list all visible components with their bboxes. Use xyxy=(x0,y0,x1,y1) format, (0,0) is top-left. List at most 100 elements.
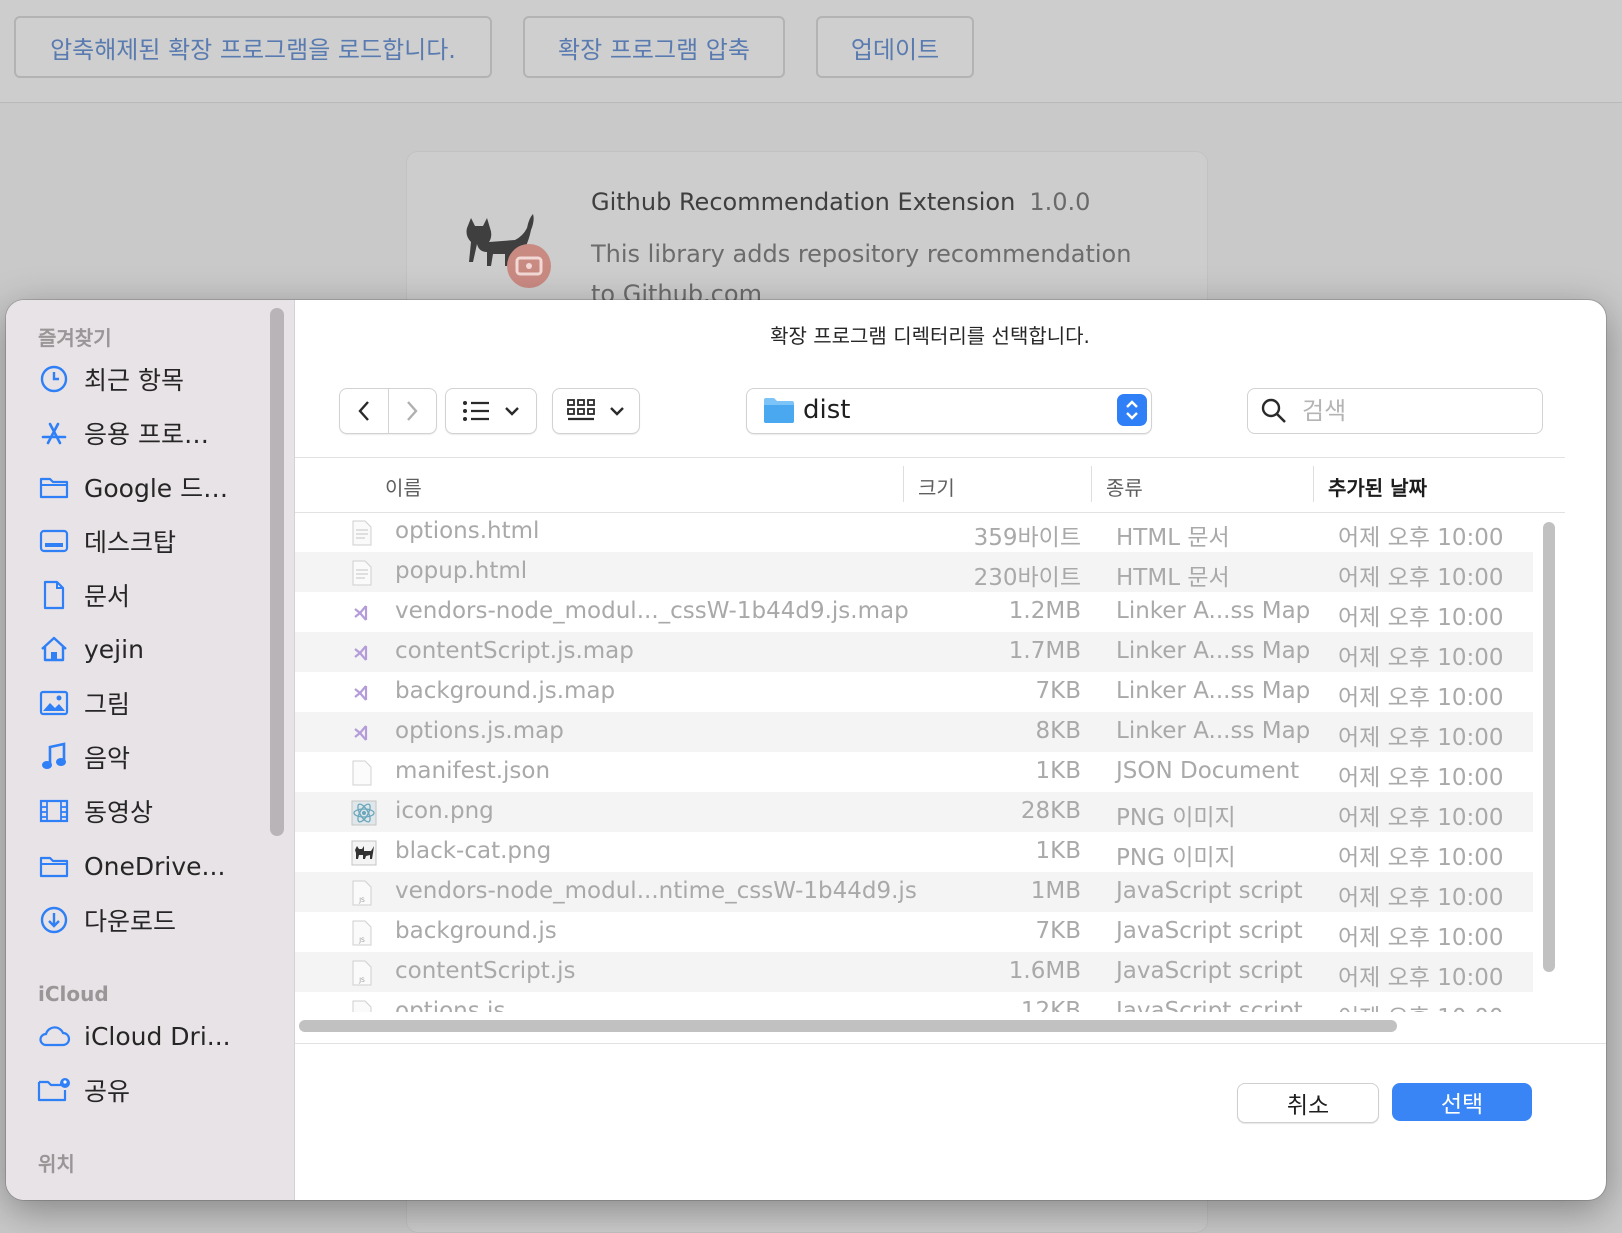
file-row[interactable]: JS background.js 7KB JavaScript script 어제 오후… xyxy=(295,912,1533,952)
load-unpacked-button[interactable]: 압축해제된 확장 프로그램을 로드합니다. xyxy=(14,16,492,78)
document-icon xyxy=(36,577,72,613)
choose-button[interactable]: 선택 xyxy=(1392,1083,1532,1121)
file-name: vendors-node_modul...ntime_cssW-1b44d9.j… xyxy=(395,878,917,904)
file-name: vendors-node_modul..._cssW-1b44d9.js.map xyxy=(395,598,909,624)
sidebar-item-recents[interactable]: 최근 항목 xyxy=(36,357,266,401)
back-button[interactable] xyxy=(340,389,388,433)
file-name: popup.html xyxy=(395,558,528,584)
file-size: 7KB xyxy=(1035,678,1082,704)
file-row[interactable]: background.js.map 7KB Linker A...ss Map 어제 … xyxy=(295,672,1533,712)
file-name: options.html xyxy=(395,518,540,544)
file-date-added: 어제 오후 10:00 xyxy=(1338,885,1504,911)
download-icon xyxy=(36,902,72,938)
column-header: 이름 크기 종류 추가된 날짜 xyxy=(295,457,1565,513)
horizontal-scrollbar[interactable] xyxy=(299,1020,1397,1032)
column-divider[interactable] xyxy=(1313,466,1314,502)
vscode-file-icon xyxy=(351,680,373,706)
sidebar-item-shared[interactable]: 공유 xyxy=(36,1068,266,1112)
file-row[interactable]: black-cat.png 1KB PNG 이미지 어제 오후 10:00 xyxy=(295,832,1533,872)
extensions-toolbar: 압축해제된 확장 프로그램을 로드합니다. 확장 프로그램 압축 업데이트 xyxy=(0,0,1622,103)
html-doc-icon xyxy=(351,560,373,586)
html-doc-icon xyxy=(351,520,373,546)
app-store-icon xyxy=(36,415,72,451)
sidebar-item-google-drive[interactable]: Google 드… xyxy=(36,465,266,509)
file-row[interactable]: icon.png 28KB PNG 이미지 어제 오후 10:00 xyxy=(295,792,1533,832)
file-date-added: 어제 오후 10:00 xyxy=(1338,525,1504,551)
column-size[interactable]: 크기 xyxy=(918,472,955,501)
svg-text:JS: JS xyxy=(358,937,365,944)
file-kind: PNG 이미지 xyxy=(1116,845,1236,871)
file-kind: Linker A...ss Map xyxy=(1116,638,1311,664)
vertical-scrollbar[interactable] xyxy=(1543,522,1555,972)
sidebar-item-applications[interactable]: 응용 프로… xyxy=(36,411,266,455)
file-size: 1.6MB xyxy=(1008,958,1081,984)
file-date-added: 어제 오후 10:00 xyxy=(1338,765,1504,791)
chevron-right-icon xyxy=(407,401,418,421)
sidebar-item-icloud-drive[interactable]: iCloud Dri... xyxy=(36,1014,266,1058)
file-row[interactable]: options.js.map 8KB Linker A...ss Map 어제 오후 … xyxy=(295,712,1533,752)
sidebar-item-onedrive[interactable]: OneDrive... xyxy=(36,844,266,888)
file-row[interactable]: JS vendors-node_modul...ntime_cssW-1b44d9… xyxy=(295,872,1533,912)
file-list: options.html 359바이트 HTML 문서 어제 오후 10:00 popu… xyxy=(295,512,1533,1012)
file-row[interactable]: contentScript.js.map 1.7MB Linker A...ss M… xyxy=(295,632,1533,672)
sidebar-scrollbar[interactable] xyxy=(270,308,284,836)
file-name: manifest.json xyxy=(395,758,551,784)
column-kind[interactable]: 종류 xyxy=(1106,472,1143,501)
search-input[interactable] xyxy=(1300,393,1524,429)
film-icon xyxy=(36,793,72,829)
column-divider[interactable] xyxy=(1091,466,1092,502)
sidebar-item-movies[interactable]: 동영상 xyxy=(36,789,266,833)
file-row[interactable]: JS options.js 12KB JavaScript script 어제 오후 1… xyxy=(295,992,1533,1012)
file-date-added: 어제 오후 10:00 xyxy=(1338,805,1504,831)
group-view-button[interactable] xyxy=(552,388,640,434)
open-folder-dialog: 즐겨찾기 최근 항목 응용 프로… Google 드… 데스크탑 문서 yeji… xyxy=(6,300,1606,1200)
file-row[interactable]: options.html 359바이트 HTML 문서 어제 오후 10:00 xyxy=(295,512,1533,552)
column-name[interactable]: 이름 xyxy=(385,472,422,501)
column-date-added[interactable]: 추가된 날짜 xyxy=(1328,472,1427,501)
extension-version: 1.0.0 xyxy=(1029,188,1091,216)
music-icon xyxy=(36,739,72,775)
file-row[interactable]: vendors-node_modul..._cssW-1b44d9.js.map… xyxy=(295,592,1533,632)
cancel-button[interactable]: 취소 xyxy=(1237,1083,1379,1123)
js-doc-icon: JS xyxy=(351,960,373,986)
list-view-button[interactable] xyxy=(445,388,537,434)
file-date-added: 어제 오후 10:00 xyxy=(1338,605,1504,631)
file-kind: JavaScript script xyxy=(1116,958,1303,984)
pack-extension-button[interactable]: 확장 프로그램 압축 xyxy=(523,16,785,78)
file-name: background.js xyxy=(395,918,557,944)
file-size: 28KB xyxy=(1020,798,1081,824)
folder-icon xyxy=(36,469,72,505)
forward-button[interactable] xyxy=(387,389,437,433)
chevron-down-icon xyxy=(610,407,624,416)
sidebar-item-documents[interactable]: 문서 xyxy=(36,573,266,617)
file-kind: Linker A...ss Map xyxy=(1116,678,1311,704)
file-name: background.js.map xyxy=(395,678,616,704)
folder-path-popup[interactable]: dist xyxy=(746,388,1152,434)
file-kind: HTML 문서 xyxy=(1116,565,1230,591)
sidebar-item-downloads[interactable]: 다운로드 xyxy=(36,898,266,942)
file-row[interactable]: manifest.json 1KB JSON Document 어제 오후 10:00 xyxy=(295,752,1533,792)
file-size: 1KB xyxy=(1035,758,1082,784)
black-cat-logo xyxy=(466,214,551,288)
file-kind: JSON Document xyxy=(1116,758,1300,784)
file-row[interactable]: JS contentScript.js 1.6MB JavaScript script… xyxy=(295,952,1533,992)
file-name: options.js.map xyxy=(395,718,564,744)
sidebar-item-music[interactable]: 음악 xyxy=(36,735,266,779)
file-row[interactable]: popup.html 230바이트 HTML 문서 어제 오후 10:00 xyxy=(295,552,1533,592)
sidebar-item-desktop[interactable]: 데스크탑 xyxy=(36,519,266,563)
file-name: icon.png xyxy=(395,798,494,824)
search-field[interactable] xyxy=(1247,388,1543,434)
cat-image-icon xyxy=(351,840,377,866)
home-icon xyxy=(36,631,72,667)
photo-icon xyxy=(36,685,72,721)
search-icon xyxy=(1261,398,1286,423)
column-divider[interactable] xyxy=(903,466,904,502)
file-name: contentScript.js xyxy=(395,958,576,984)
sidebar-item-pictures[interactable]: 그림 xyxy=(36,681,266,725)
update-button[interactable]: 업데이트 xyxy=(816,16,974,78)
file-size: 359바이트 xyxy=(973,525,1081,551)
sidebar-item-home[interactable]: yejin xyxy=(36,627,266,671)
file-size: 1MB xyxy=(1030,878,1081,904)
clock-icon xyxy=(36,361,72,397)
file-date-added: 어제 오후 10:00 xyxy=(1338,685,1504,711)
